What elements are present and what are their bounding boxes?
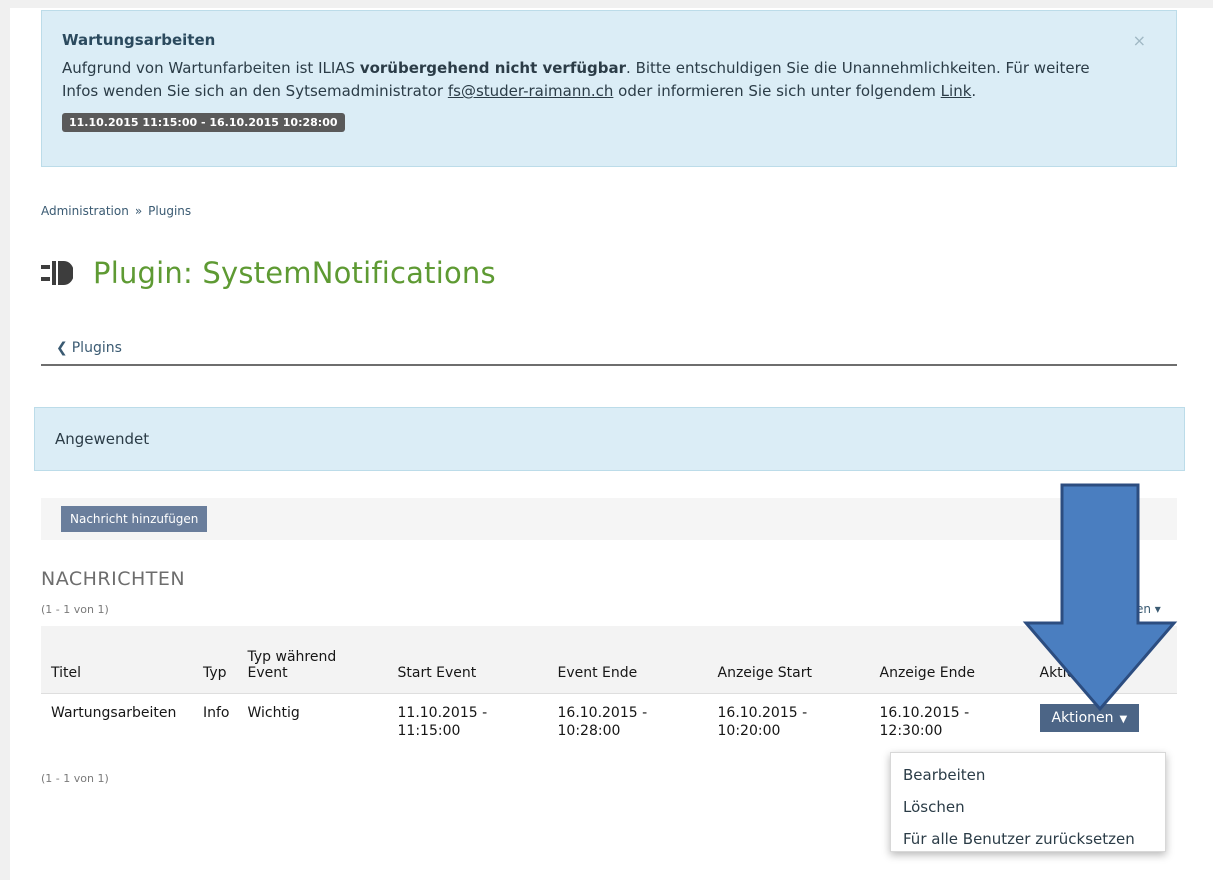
notice-bold-text: vorübergehend nicht verfügbar [359,59,627,77]
admin-email-link[interactable]: fs@studer-raimann.ch [448,82,614,100]
close-icon[interactable]: × [1133,31,1146,50]
menu-item-edit[interactable]: Bearbeiten [891,759,1165,791]
cell-display-end: 16.10.2015 - 12:30:00 [879,705,970,739]
applied-info-box: Angewendet [34,407,1185,471]
back-link-label: Plugins [71,340,122,356]
toolbar: Nachricht hinzufügen [41,498,1177,540]
cell-type: Info [203,705,230,721]
table-count-bottom: (1 - 1 von 1) [41,772,109,785]
column-header-type[interactable]: Typ [193,626,238,694]
caret-down-icon: ▼ [1119,714,1128,725]
notice-body: Aufgrund von Wartunfarbeiten ist ILIAS v… [62,57,1122,103]
breadcrumb: Administration » Plugins [41,204,191,218]
cell-title: Wartungsarbeiten [51,705,177,721]
table-title: NACHRICHTEN [41,568,186,590]
system-notification-banner: Wartungsarbeiten × Aufgrund von Wartunfa… [41,10,1177,167]
actions-dropdown-menu: Bearbeiten Löschen Für alle Benutzer zur… [890,752,1166,852]
arrow-down-icon [1022,483,1178,712]
messages-table: Titel Typ Typ während Event Start Event … [41,626,1177,760]
cell-display-start: 16.10.2015 - 10:20:00 [717,705,808,739]
notice-title: Wartungsarbeiten [62,31,216,49]
table-header-row: Titel Typ Typ während Event Start Event … [41,626,1177,694]
back-to-plugins-link[interactable]: ❮ Plugins [56,340,122,356]
back-tab-bar: ❮ Plugins [41,336,1177,366]
title-row: Plugin: SystemNotifications [41,256,496,290]
table-row: Wartungsarbeiten Info Wichtig 11.10.2015… [41,694,1177,761]
column-header-event-type[interactable]: Typ während Event [237,626,388,694]
menu-item-reset-all-users[interactable]: Für alle Benutzer zurücksetzen [891,823,1165,855]
date-range-badge: 11.10.2015 11:15:00 - 16.10.2015 10:28:0… [62,113,345,132]
menu-item-delete[interactable]: Löschen [891,791,1165,823]
cell-event-type: Wichtig [247,705,300,721]
notice-text: oder informieren Sie sich unter folgende… [613,82,941,100]
plug-icon [41,261,73,285]
cell-event-end: 16.10.2015 - 10:28:00 [557,705,648,739]
page-title: Plugin: SystemNotifications [93,256,496,290]
cell-start-event: 11.10.2015 - 11:15:00 [397,705,488,739]
column-header-title[interactable]: Titel [41,626,193,694]
notice-text: . [971,82,977,100]
info-link[interactable]: Link [941,82,972,100]
page: Wartungsarbeiten × Aufgrund von Wartunfa… [10,8,1213,880]
column-header-start-event[interactable]: Start Event [387,626,548,694]
column-header-event-end[interactable]: Event Ende [547,626,708,694]
add-message-button[interactable]: Nachricht hinzufügen [61,506,208,532]
chevron-left-icon: ❮ [56,340,68,356]
table-count-top: (1 - 1 von 1) [41,603,109,616]
column-header-display-start[interactable]: Anzeige Start [707,626,870,694]
breadcrumb-plugins[interactable]: Plugins [148,204,191,218]
column-header-display-end[interactable]: Anzeige Ende [869,626,1030,694]
breadcrumb-separator: » [134,204,143,218]
breadcrumb-administration[interactable]: Administration [41,204,129,218]
notice-text: Aufgrund von Wartunfarbeiten ist ILIAS [62,59,360,77]
